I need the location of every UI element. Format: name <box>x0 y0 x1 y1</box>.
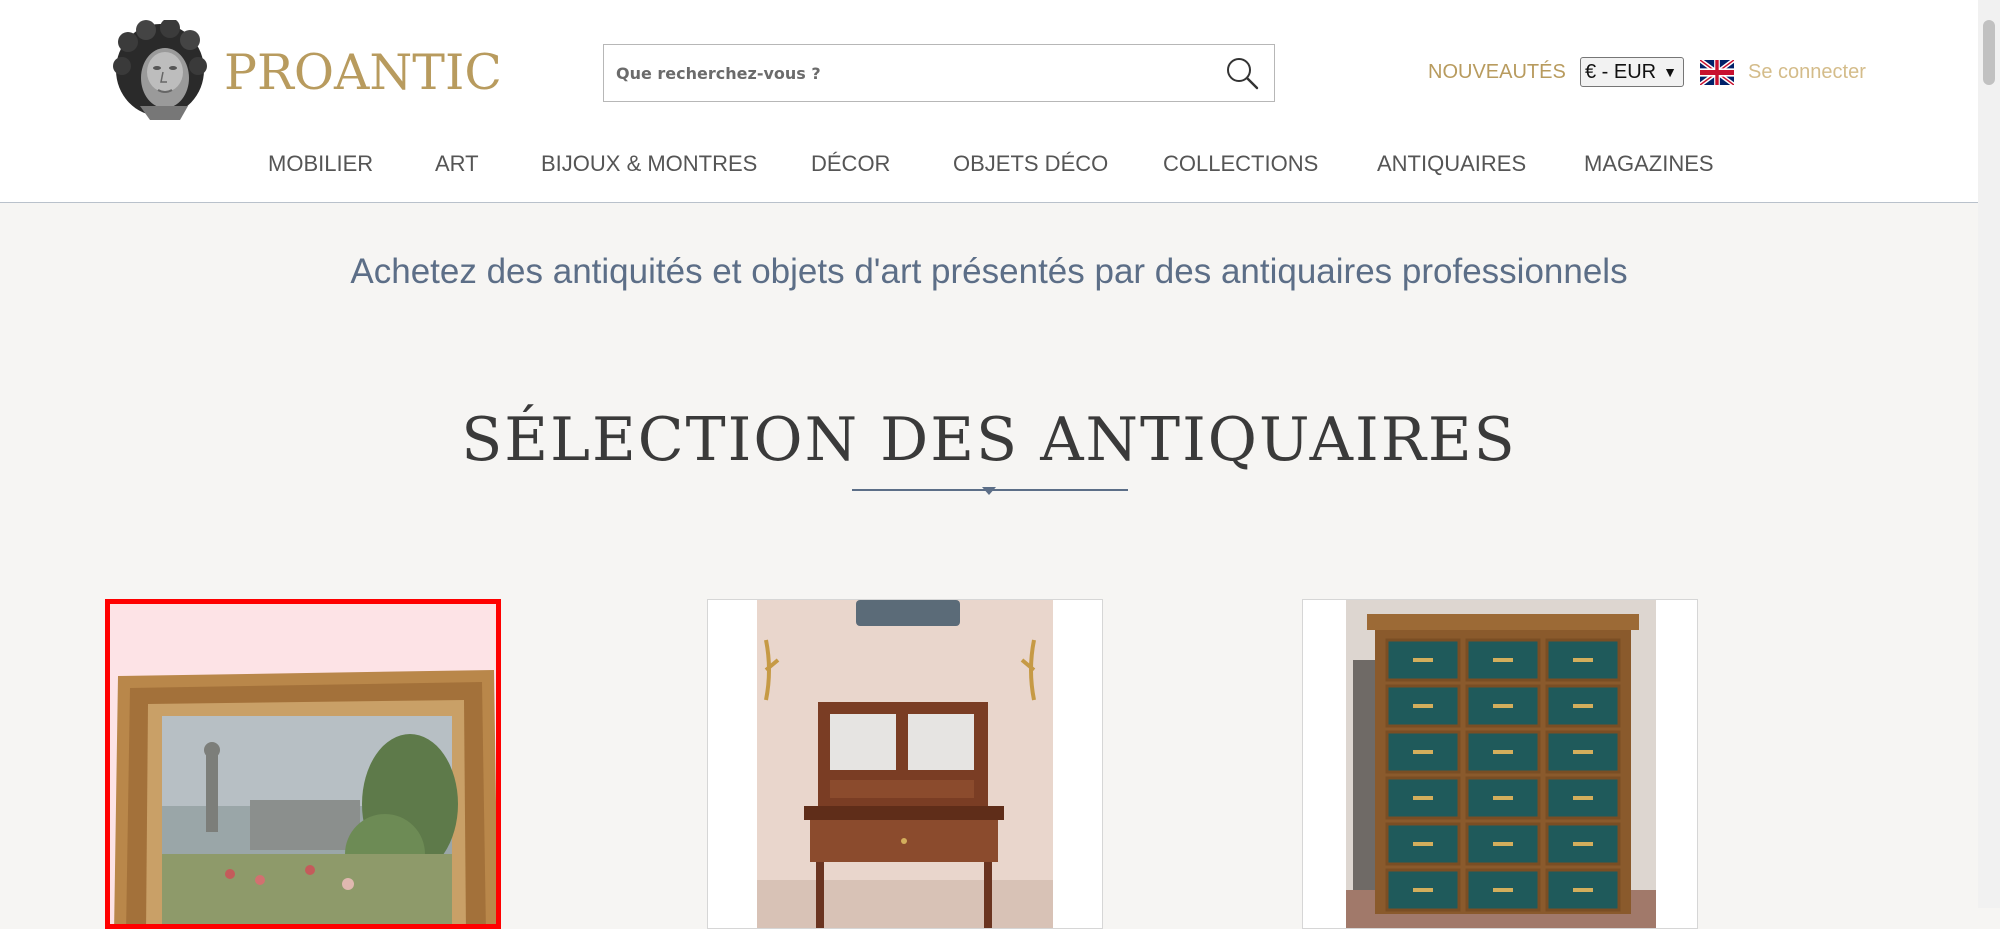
uk-flag-icon[interactable] <box>1700 60 1734 85</box>
mahogany-writing-desk <box>708 600 1102 928</box>
brand-name[interactable]: PROANTIC <box>224 40 502 106</box>
product-card[interactable] <box>707 599 1103 929</box>
new-arrivals-link[interactable]: NOUVEAUTÉS <box>1428 58 1566 86</box>
currency-value: € - EUR <box>1585 61 1657 83</box>
logo-bust-icon[interactable] <box>110 20 210 124</box>
site-header: PROANTIC NOUVEAUTÉS € - EUR ▼ Se connect… <box>0 0 1978 203</box>
chevron-down-icon: ▼ <box>1663 64 1677 80</box>
product-card[interactable] <box>105 599 501 929</box>
nav-item-mobilier[interactable]: MOBILIER <box>268 144 373 184</box>
section-title: SÉLECTION DES ANTIQUAIRES <box>461 405 1517 475</box>
search-input[interactable] <box>604 45 1204 101</box>
page-scrollbar[interactable] <box>1978 0 2000 908</box>
search-box <box>603 44 1275 102</box>
nav-item-antiquaires[interactable]: ANTIQUAIRES <box>1377 144 1526 184</box>
login-link[interactable]: Se connecter <box>1748 58 1866 86</box>
nav-item-objets-deco[interactable]: OBJETS DÉCO <box>953 144 1108 184</box>
green-drawer-cabinet <box>1303 600 1697 928</box>
divider-diamond-icon <box>982 487 996 495</box>
search-icon <box>1227 58 1259 90</box>
page-tagline: Achetez des antiquités et objets d'art p… <box>350 252 1628 291</box>
scrollbar-thumb[interactable] <box>1983 20 1995 85</box>
nav-item-magazines[interactable]: MAGAZINES <box>1584 144 1714 184</box>
currency-select[interactable]: € - EUR ▼ <box>1580 57 1684 87</box>
nav-item-bijoux-montres[interactable]: BIJOUX & MONTRES <box>541 144 757 184</box>
framed-landscape-painting <box>110 604 496 924</box>
main-nav: MOBILIER ART BIJOUX & MONTRES DÉCOR OBJE… <box>0 144 1978 184</box>
search-button[interactable] <box>1220 51 1264 95</box>
nav-item-art[interactable]: ART <box>435 144 479 184</box>
nav-item-decor[interactable]: DÉCOR <box>811 144 890 184</box>
product-card[interactable] <box>1302 599 1698 929</box>
nav-item-collections[interactable]: COLLECTIONS <box>1163 144 1318 184</box>
